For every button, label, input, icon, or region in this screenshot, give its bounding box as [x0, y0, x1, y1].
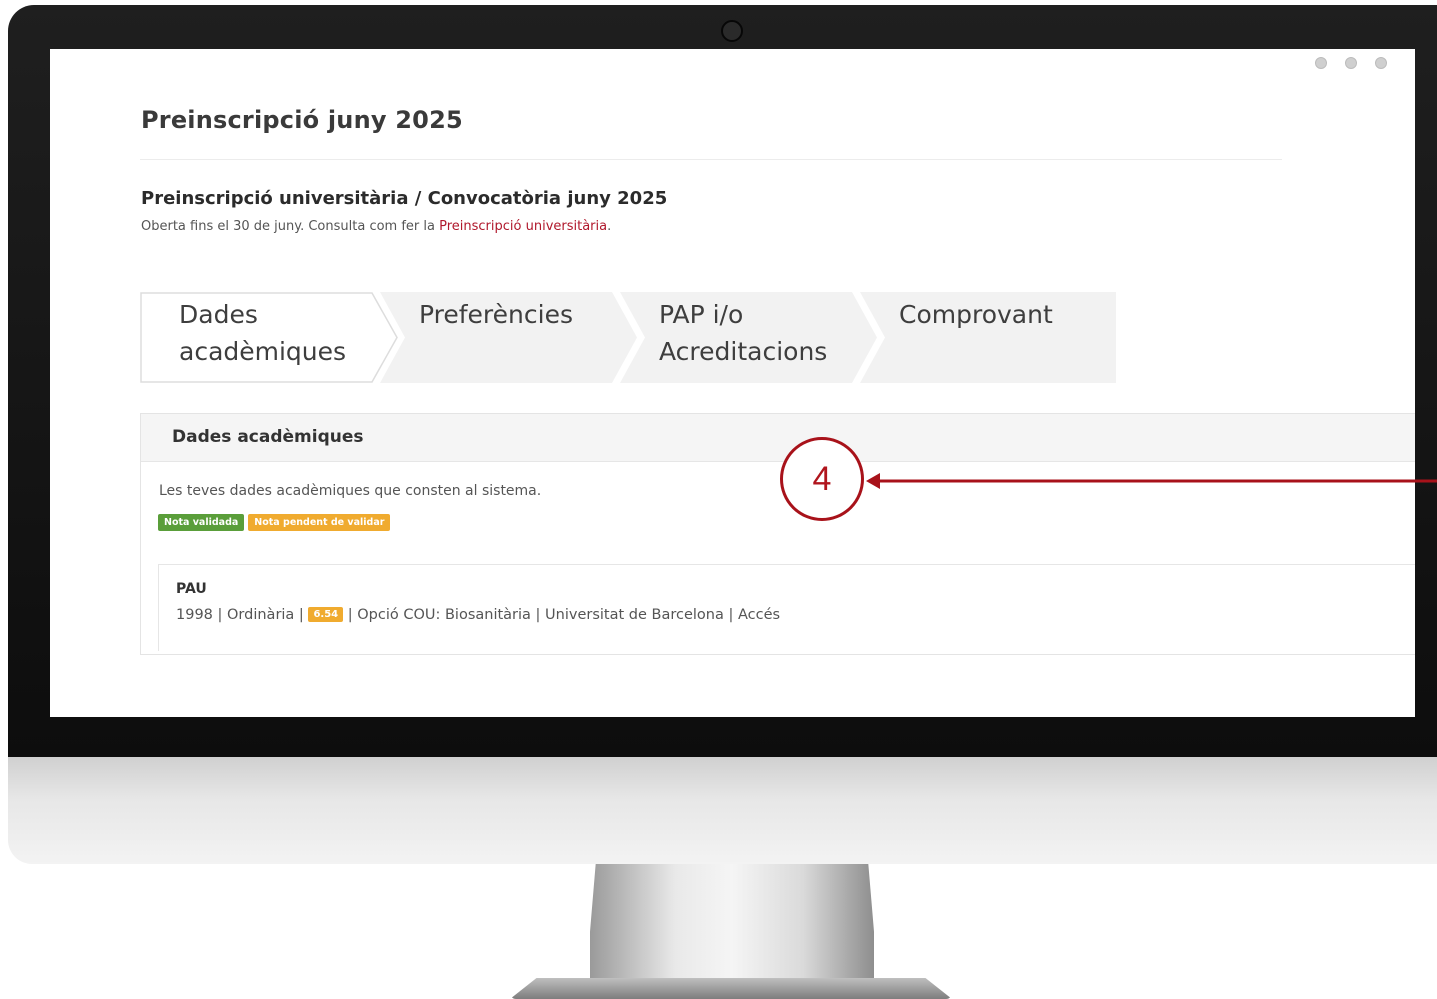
panel-description: Les teves dades acadèmiques que consten …	[159, 483, 542, 499]
separator: |	[530, 607, 546, 623]
subtitle-text: Oberta fins el 30 de juny. Consulta com …	[141, 219, 440, 234]
step-comprovant[interactable]: Comprovant	[860, 292, 1116, 383]
step-label: PAP i/o Acreditacions	[659, 300, 828, 366]
monitor-stand	[590, 864, 874, 987]
step-preferencies[interactable]: Preferències	[380, 292, 640, 383]
separator: |	[294, 607, 309, 623]
record-title: PAU	[176, 581, 207, 597]
badge-pending: Nota pendent de validar	[248, 514, 391, 531]
subtitle-suffix: .	[607, 219, 612, 234]
record-university: Universitat de Barcelona	[545, 607, 724, 623]
title-divider	[140, 159, 1282, 160]
separator: |	[212, 607, 228, 623]
window-controls	[1315, 57, 1387, 69]
academic-data-panel: Dades acadèmiques Les teves dades acadèm…	[140, 413, 1415, 655]
wizard-steps: Dades acadèmiques Preferències PAP i/o A…	[140, 292, 1116, 383]
section-title: Preinscripció universitària / Convocatòr…	[141, 188, 668, 209]
monitor-base	[510, 978, 952, 999]
separator: |	[343, 607, 358, 623]
preinscription-link[interactable]: Preinscripció universitària	[439, 219, 607, 234]
record-call: Ordinària	[227, 607, 295, 623]
window-dot-icon[interactable]	[1345, 57, 1357, 69]
record-year: 1998	[176, 607, 213, 623]
separator: |	[723, 607, 738, 623]
panel-title: Dades acadèmiques	[141, 414, 1415, 462]
record-grade-badge: 6.54	[308, 607, 344, 622]
annotation-callout: 4	[780, 437, 864, 521]
webcam-icon	[721, 20, 743, 42]
academic-record: PAU 1998 | Ordinària | 6.54 | Opció COU:…	[158, 564, 1415, 651]
step-label: Dades acadèmiques	[179, 300, 347, 366]
step-label: Preferències	[419, 300, 573, 329]
monitor-chin	[8, 757, 1437, 864]
window-dot-icon[interactable]	[1375, 57, 1387, 69]
record-option: Opció COU: Biosanitària	[357, 607, 531, 623]
section-subtitle: Oberta fins el 30 de juny. Consulta com …	[141, 219, 611, 234]
step-pap-acreditacions[interactable]: PAP i/o Acreditacions	[620, 292, 880, 383]
screen: Preinscripció juny 2025 Preinscripció un…	[50, 49, 1415, 717]
page-title: Preinscripció juny 2025	[141, 106, 463, 134]
step-label: Comprovant	[899, 300, 1053, 329]
legend-badges: Nota validada Nota pendent de validar	[158, 514, 391, 531]
step-dades-academiques[interactable]: Dades acadèmiques	[140, 292, 400, 383]
window-dot-icon[interactable]	[1315, 57, 1327, 69]
record-access: Accés	[737, 607, 781, 623]
arrow-icon	[866, 473, 1437, 489]
record-details: 1998 | Ordinària | 6.54 | Opció COU: Bio…	[176, 607, 780, 623]
badge-validated: Nota validada	[158, 514, 245, 531]
